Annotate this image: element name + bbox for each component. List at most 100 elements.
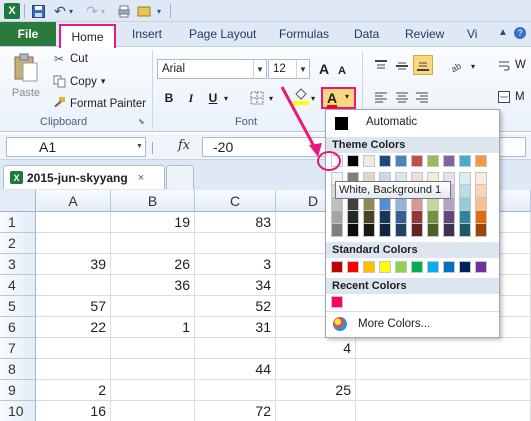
theme-color-swatch[interactable] bbox=[395, 155, 407, 167]
font-color-dropdown-icon[interactable]: ▾ bbox=[345, 92, 349, 101]
save-icon[interactable] bbox=[30, 3, 46, 19]
row-header-4[interactable]: 4 bbox=[0, 275, 36, 296]
theme-color-swatch[interactable] bbox=[427, 155, 439, 167]
theme-shade-swatch[interactable] bbox=[331, 224, 343, 237]
theme-shade-swatch[interactable] bbox=[363, 198, 375, 211]
theme-color-swatch[interactable] bbox=[475, 155, 487, 167]
cell[interactable]: 22 bbox=[36, 317, 111, 338]
theme-shade-swatch[interactable] bbox=[459, 211, 471, 224]
select-all-button[interactable] bbox=[0, 190, 36, 212]
row-header-8[interactable]: 8 bbox=[0, 359, 36, 380]
cell[interactable]: 36 bbox=[111, 275, 195, 296]
theme-shade-swatch[interactable] bbox=[395, 224, 407, 237]
bold-button[interactable]: B bbox=[160, 89, 178, 107]
insert-function-button[interactable]: fx bbox=[178, 138, 190, 153]
name-box-dropdown-icon[interactable]: ▼ bbox=[136, 143, 143, 150]
row-header-1[interactable]: 1 bbox=[0, 212, 36, 233]
orientation-dropdown-icon[interactable]: ▾ bbox=[468, 57, 478, 75]
theme-shade-swatch[interactable] bbox=[411, 224, 423, 237]
theme-shade-swatch[interactable] bbox=[443, 211, 455, 224]
paste-button[interactable]: Paste bbox=[8, 53, 44, 103]
cell[interactable]: 4 bbox=[276, 338, 356, 359]
standard-color-swatch[interactable] bbox=[443, 261, 455, 273]
standard-color-swatch[interactable] bbox=[363, 261, 375, 273]
theme-shade-swatch[interactable] bbox=[459, 198, 471, 211]
tab-data[interactable]: Data bbox=[354, 22, 379, 46]
cell[interactable] bbox=[111, 401, 195, 421]
theme-color-swatch[interactable] bbox=[379, 155, 391, 167]
theme-shade-swatch[interactable] bbox=[347, 211, 359, 224]
more-colors-option[interactable]: More Colors... bbox=[328, 315, 497, 335]
theme-color-swatch[interactable] bbox=[443, 155, 455, 167]
workbook-tab[interactable]: X 2015-jun-skyyang × bbox=[3, 165, 165, 189]
tab-review[interactable]: Review bbox=[405, 22, 444, 46]
standard-color-swatch[interactable] bbox=[459, 261, 471, 273]
standard-color-swatch[interactable] bbox=[395, 261, 407, 273]
cell[interactable] bbox=[195, 380, 276, 401]
customize-qat-icon[interactable]: ▾ bbox=[154, 3, 164, 19]
column-header-a[interactable]: A bbox=[36, 190, 111, 212]
standard-color-swatch[interactable] bbox=[475, 261, 487, 273]
theme-shade-swatch[interactable] bbox=[459, 185, 471, 198]
font-size-select[interactable]: 12 ▼ bbox=[268, 59, 310, 79]
theme-color-swatch[interactable] bbox=[363, 155, 375, 167]
cell[interactable] bbox=[195, 233, 276, 254]
align-right-button[interactable] bbox=[413, 89, 431, 107]
tab-view[interactable]: Vi bbox=[467, 22, 477, 46]
theme-shade-swatch[interactable] bbox=[459, 172, 471, 185]
cell[interactable] bbox=[36, 359, 111, 380]
middle-align-button[interactable] bbox=[393, 57, 411, 75]
cell[interactable]: 57 bbox=[36, 296, 111, 317]
theme-shade-swatch[interactable] bbox=[331, 198, 343, 211]
tab-insert[interactable]: Insert bbox=[132, 22, 162, 46]
theme-shade-swatch[interactable] bbox=[411, 198, 423, 211]
borders-dropdown-icon[interactable]: ▾ bbox=[266, 89, 276, 107]
cell[interactable]: 3 bbox=[195, 254, 276, 275]
cell[interactable]: 25 bbox=[276, 380, 356, 401]
cell[interactable] bbox=[111, 338, 195, 359]
copy-dropdown-icon[interactable]: ▾ bbox=[101, 76, 106, 87]
cell[interactable] bbox=[36, 338, 111, 359]
underline-dropdown-icon[interactable]: ▾ bbox=[221, 89, 231, 107]
theme-shade-swatch[interactable] bbox=[475, 172, 487, 185]
merge-center-button[interactable]: M bbox=[498, 91, 525, 103]
cell[interactable]: 19 bbox=[111, 212, 195, 233]
cell[interactable] bbox=[36, 212, 111, 233]
cell[interactable]: 16 bbox=[36, 401, 111, 421]
standard-color-swatch[interactable] bbox=[427, 261, 439, 273]
close-icon[interactable]: × bbox=[138, 172, 144, 184]
borders-button[interactable] bbox=[248, 89, 266, 107]
cell[interactable] bbox=[111, 296, 195, 317]
theme-shade-swatch[interactable] bbox=[443, 224, 455, 237]
minimize-ribbon-icon[interactable]: ▲ bbox=[498, 27, 508, 38]
theme-shade-swatch[interactable] bbox=[395, 198, 407, 211]
row-header-9[interactable]: 9 bbox=[0, 380, 36, 401]
redo-dropdown-icon[interactable]: ▾ bbox=[98, 3, 108, 19]
row-header-6[interactable]: 6 bbox=[0, 317, 36, 338]
theme-shade-swatch[interactable] bbox=[427, 211, 439, 224]
help-icon[interactable]: ? bbox=[514, 27, 526, 39]
theme-shade-swatch[interactable] bbox=[379, 224, 391, 237]
cell[interactable]: 1 bbox=[111, 317, 195, 338]
print-preview-icon[interactable] bbox=[116, 3, 132, 19]
cell[interactable] bbox=[36, 275, 111, 296]
underline-button[interactable]: U bbox=[204, 89, 222, 107]
tab-page-layout[interactable]: Page Layout bbox=[189, 22, 256, 46]
column-header-c[interactable]: C bbox=[195, 190, 276, 212]
cell[interactable]: 2 bbox=[36, 380, 111, 401]
cell[interactable] bbox=[356, 380, 531, 401]
cell[interactable]: 83 bbox=[195, 212, 276, 233]
standard-color-swatch[interactable] bbox=[347, 261, 359, 273]
cell[interactable] bbox=[195, 338, 276, 359]
undo-dropdown-icon[interactable]: ▾ bbox=[66, 3, 76, 19]
cell[interactable] bbox=[356, 401, 531, 421]
theme-shade-swatch[interactable] bbox=[427, 224, 439, 237]
cell[interactable]: 44 bbox=[195, 359, 276, 380]
theme-shade-swatch[interactable] bbox=[379, 211, 391, 224]
cell[interactable] bbox=[111, 233, 195, 254]
row-header-10[interactable]: 10 bbox=[0, 401, 36, 421]
grow-font-button[interactable]: A bbox=[315, 60, 333, 78]
cell[interactable] bbox=[36, 233, 111, 254]
cell[interactable]: 72 bbox=[195, 401, 276, 421]
font-name-select[interactable]: Arial ▼ bbox=[157, 59, 267, 79]
